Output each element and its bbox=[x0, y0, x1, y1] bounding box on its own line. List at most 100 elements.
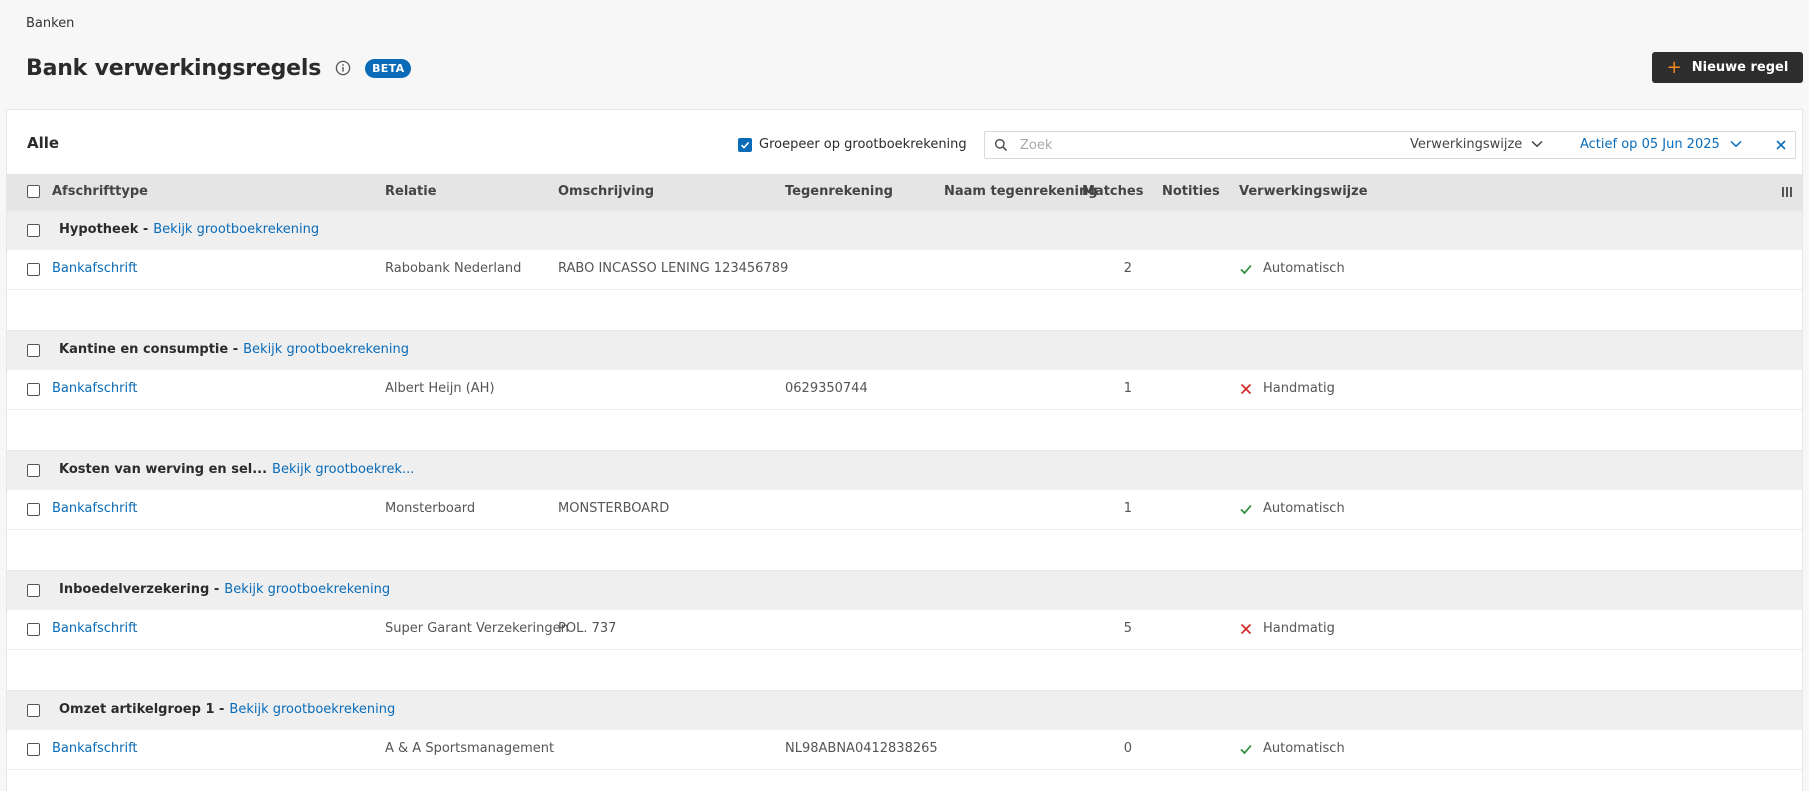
search-box: Verwerkingswijze Actief op 05 Jun 2025 bbox=[984, 131, 1796, 159]
row-checkbox[interactable] bbox=[27, 503, 40, 516]
group-checkbox[interactable] bbox=[27, 584, 40, 597]
mode-cell: Automatisch bbox=[1239, 741, 1345, 756]
row-checkbox[interactable] bbox=[27, 383, 40, 396]
search-input[interactable] bbox=[1020, 137, 1400, 153]
table-body: Hypotheek - Bekijk grootboekrekening Ban… bbox=[7, 210, 1802, 791]
column-header-notes[interactable]: Notities bbox=[1162, 184, 1220, 199]
statement-type-link[interactable]: Bankafschrift bbox=[52, 501, 138, 516]
group-header: Kosten van werving en sel... Bekijk groo… bbox=[59, 462, 414, 477]
check-icon bbox=[1239, 262, 1253, 276]
group-checkbox[interactable] bbox=[27, 464, 40, 477]
statement-type-link[interactable]: Bankafschrift bbox=[52, 261, 138, 276]
statement-type-link[interactable]: Bankafschrift bbox=[52, 741, 138, 756]
group-row: Hypotheek - Bekijk grootboekrekening bbox=[7, 210, 1802, 250]
relation-cell: Super Garant Verzekeringen bbox=[385, 621, 569, 636]
beta-badge: BETA bbox=[365, 58, 412, 78]
group-header: Kantine en consumptie - Bekijk grootboek… bbox=[59, 342, 409, 357]
mode-dropdown[interactable]: Verwerkingswijze bbox=[1410, 137, 1543, 152]
group-by-ledger-toggle[interactable]: Groepeer op grootboekrekening bbox=[738, 137, 967, 152]
relation-cell: A & A Sportsmanagement bbox=[385, 741, 555, 756]
relation-cell: Albert Heijn (AH) bbox=[385, 381, 495, 396]
statement-type-link[interactable]: Bankafschrift bbox=[52, 381, 138, 396]
new-rule-button[interactable]: + Nieuwe regel bbox=[1652, 52, 1803, 83]
column-header-mode[interactable]: Verwerkingswijze bbox=[1239, 184, 1368, 199]
group-checkbox[interactable] bbox=[27, 704, 40, 717]
view-ledger-link[interactable]: Bekijk grootboekrekening bbox=[224, 582, 390, 597]
column-header-counter-account[interactable]: Tegenrekening bbox=[785, 184, 893, 199]
group-name: Hypotheek - bbox=[59, 222, 149, 237]
table-row[interactable]: Bankafschrift Monsterboard MONSTERBOARD … bbox=[7, 490, 1802, 530]
mode-label: Automatisch bbox=[1263, 261, 1345, 276]
mode-label: Handmatig bbox=[1263, 381, 1335, 396]
group-by-ledger-label: Groepeer op grootboekrekening bbox=[759, 137, 967, 152]
description-cell: RABO INCASSO LENING 123456789 bbox=[558, 261, 789, 276]
group-name: Omzet artikelgroep 1 - bbox=[59, 702, 225, 717]
row-checkbox[interactable] bbox=[27, 623, 40, 636]
group-name: Inboedelverzekering - bbox=[59, 582, 220, 597]
info-icon[interactable] bbox=[335, 60, 351, 76]
page-title: Bank verwerkingsregels bbox=[26, 55, 322, 81]
group-by-ledger-checkbox[interactable] bbox=[738, 137, 752, 152]
relation-cell: Rabobank Nederland bbox=[385, 261, 522, 276]
spacer-row bbox=[7, 770, 1802, 791]
mode-cell: Handmatig bbox=[1239, 621, 1335, 636]
table-row[interactable]: Bankafschrift Rabobank Nederland RABO IN… bbox=[7, 250, 1802, 290]
matches-cell: 1 bbox=[1123, 381, 1132, 396]
check-icon bbox=[1239, 502, 1253, 516]
chevron-down-icon bbox=[1531, 137, 1543, 152]
table-row[interactable]: Bankafschrift Super Garant Verzekeringen… bbox=[7, 610, 1802, 650]
view-ledger-link[interactable]: Bekijk grootboekrekening bbox=[229, 702, 395, 717]
group-header: Inboedelverzekering - Bekijk grootboekre… bbox=[59, 582, 390, 597]
view-ledger-link[interactable]: Bekijk grootboekrek... bbox=[272, 462, 414, 477]
group-name: Kosten van werving en sel... bbox=[59, 462, 268, 477]
active-date-label: Actief op 05 Jun 2025 bbox=[1580, 137, 1720, 152]
search-icon bbox=[994, 138, 1008, 152]
statement-type-link[interactable]: Bankafschrift bbox=[52, 621, 138, 636]
spacer-row bbox=[7, 290, 1802, 330]
row-checkbox[interactable] bbox=[27, 743, 40, 756]
cross-icon bbox=[1239, 382, 1253, 396]
column-header-counter-name[interactable]: Naam tegenrekening bbox=[944, 184, 1098, 199]
description-cell: MONSTERBOARD bbox=[558, 501, 670, 516]
group-row: Inboedelverzekering - Bekijk grootboekre… bbox=[7, 570, 1802, 610]
columns-icon[interactable] bbox=[1781, 186, 1793, 198]
group-header: Omzet artikelgroep 1 - Bekijk grootboekr… bbox=[59, 702, 395, 717]
mode-label: Automatisch bbox=[1263, 501, 1345, 516]
breadcrumb[interactable]: Banken bbox=[26, 16, 74, 31]
spacer-row bbox=[7, 410, 1802, 450]
matches-cell: 1 bbox=[1123, 501, 1132, 516]
matches-cell: 2 bbox=[1123, 261, 1132, 276]
select-all-checkbox[interactable] bbox=[27, 185, 40, 198]
table-toolbar: Alle Groepeer op grootboekrekening Verwe… bbox=[7, 110, 1802, 174]
column-header-description[interactable]: Omschrijving bbox=[558, 184, 654, 199]
counter-account-cell: 0629350744 bbox=[785, 381, 868, 396]
relation-cell: Monsterboard bbox=[385, 501, 476, 516]
plus-icon: + bbox=[1666, 56, 1682, 78]
new-rule-label: Nieuwe regel bbox=[1691, 60, 1789, 75]
column-header-matches[interactable]: Matches bbox=[1082, 184, 1143, 199]
column-header-relation[interactable]: Relatie bbox=[385, 184, 437, 199]
table-row[interactable]: Bankafschrift Albert Heijn (AH) 06293507… bbox=[7, 370, 1802, 410]
group-checkbox[interactable] bbox=[27, 344, 40, 357]
view-ledger-link[interactable]: Bekijk grootboekrekening bbox=[243, 342, 409, 357]
group-row: Kantine en consumptie - Bekijk grootboek… bbox=[7, 330, 1802, 370]
table-row[interactable]: Bankafschrift A & A Sportsmanagement NL9… bbox=[7, 730, 1802, 770]
mode-label: Automatisch bbox=[1263, 741, 1345, 756]
column-header-type[interactable]: Afschrifttype bbox=[52, 184, 148, 199]
group-checkbox[interactable] bbox=[27, 224, 40, 237]
title-row: Bank verwerkingsregels BETA bbox=[26, 50, 412, 86]
mode-cell: Automatisch bbox=[1239, 501, 1345, 516]
group-row: Omzet artikelgroep 1 - Bekijk grootboekr… bbox=[7, 690, 1802, 730]
view-ledger-link[interactable]: Bekijk grootboekrekening bbox=[153, 222, 319, 237]
active-date-filter[interactable]: Actief op 05 Jun 2025 bbox=[1580, 137, 1742, 152]
description-cell: POL. 737 bbox=[558, 621, 617, 636]
mode-cell: Handmatig bbox=[1239, 381, 1335, 396]
rules-panel: Alle Groepeer op grootboekrekening Verwe… bbox=[6, 109, 1803, 791]
group-name: Kantine en consumptie - bbox=[59, 342, 239, 357]
chevron-down-icon bbox=[1730, 137, 1742, 152]
row-checkbox[interactable] bbox=[27, 263, 40, 276]
matches-cell: 0 bbox=[1123, 741, 1132, 756]
group-header: Hypotheek - Bekijk grootboekrekening bbox=[59, 222, 319, 237]
counter-account-cell: NL98ABNA0412838265 bbox=[785, 741, 938, 756]
close-icon[interactable] bbox=[1775, 139, 1787, 151]
